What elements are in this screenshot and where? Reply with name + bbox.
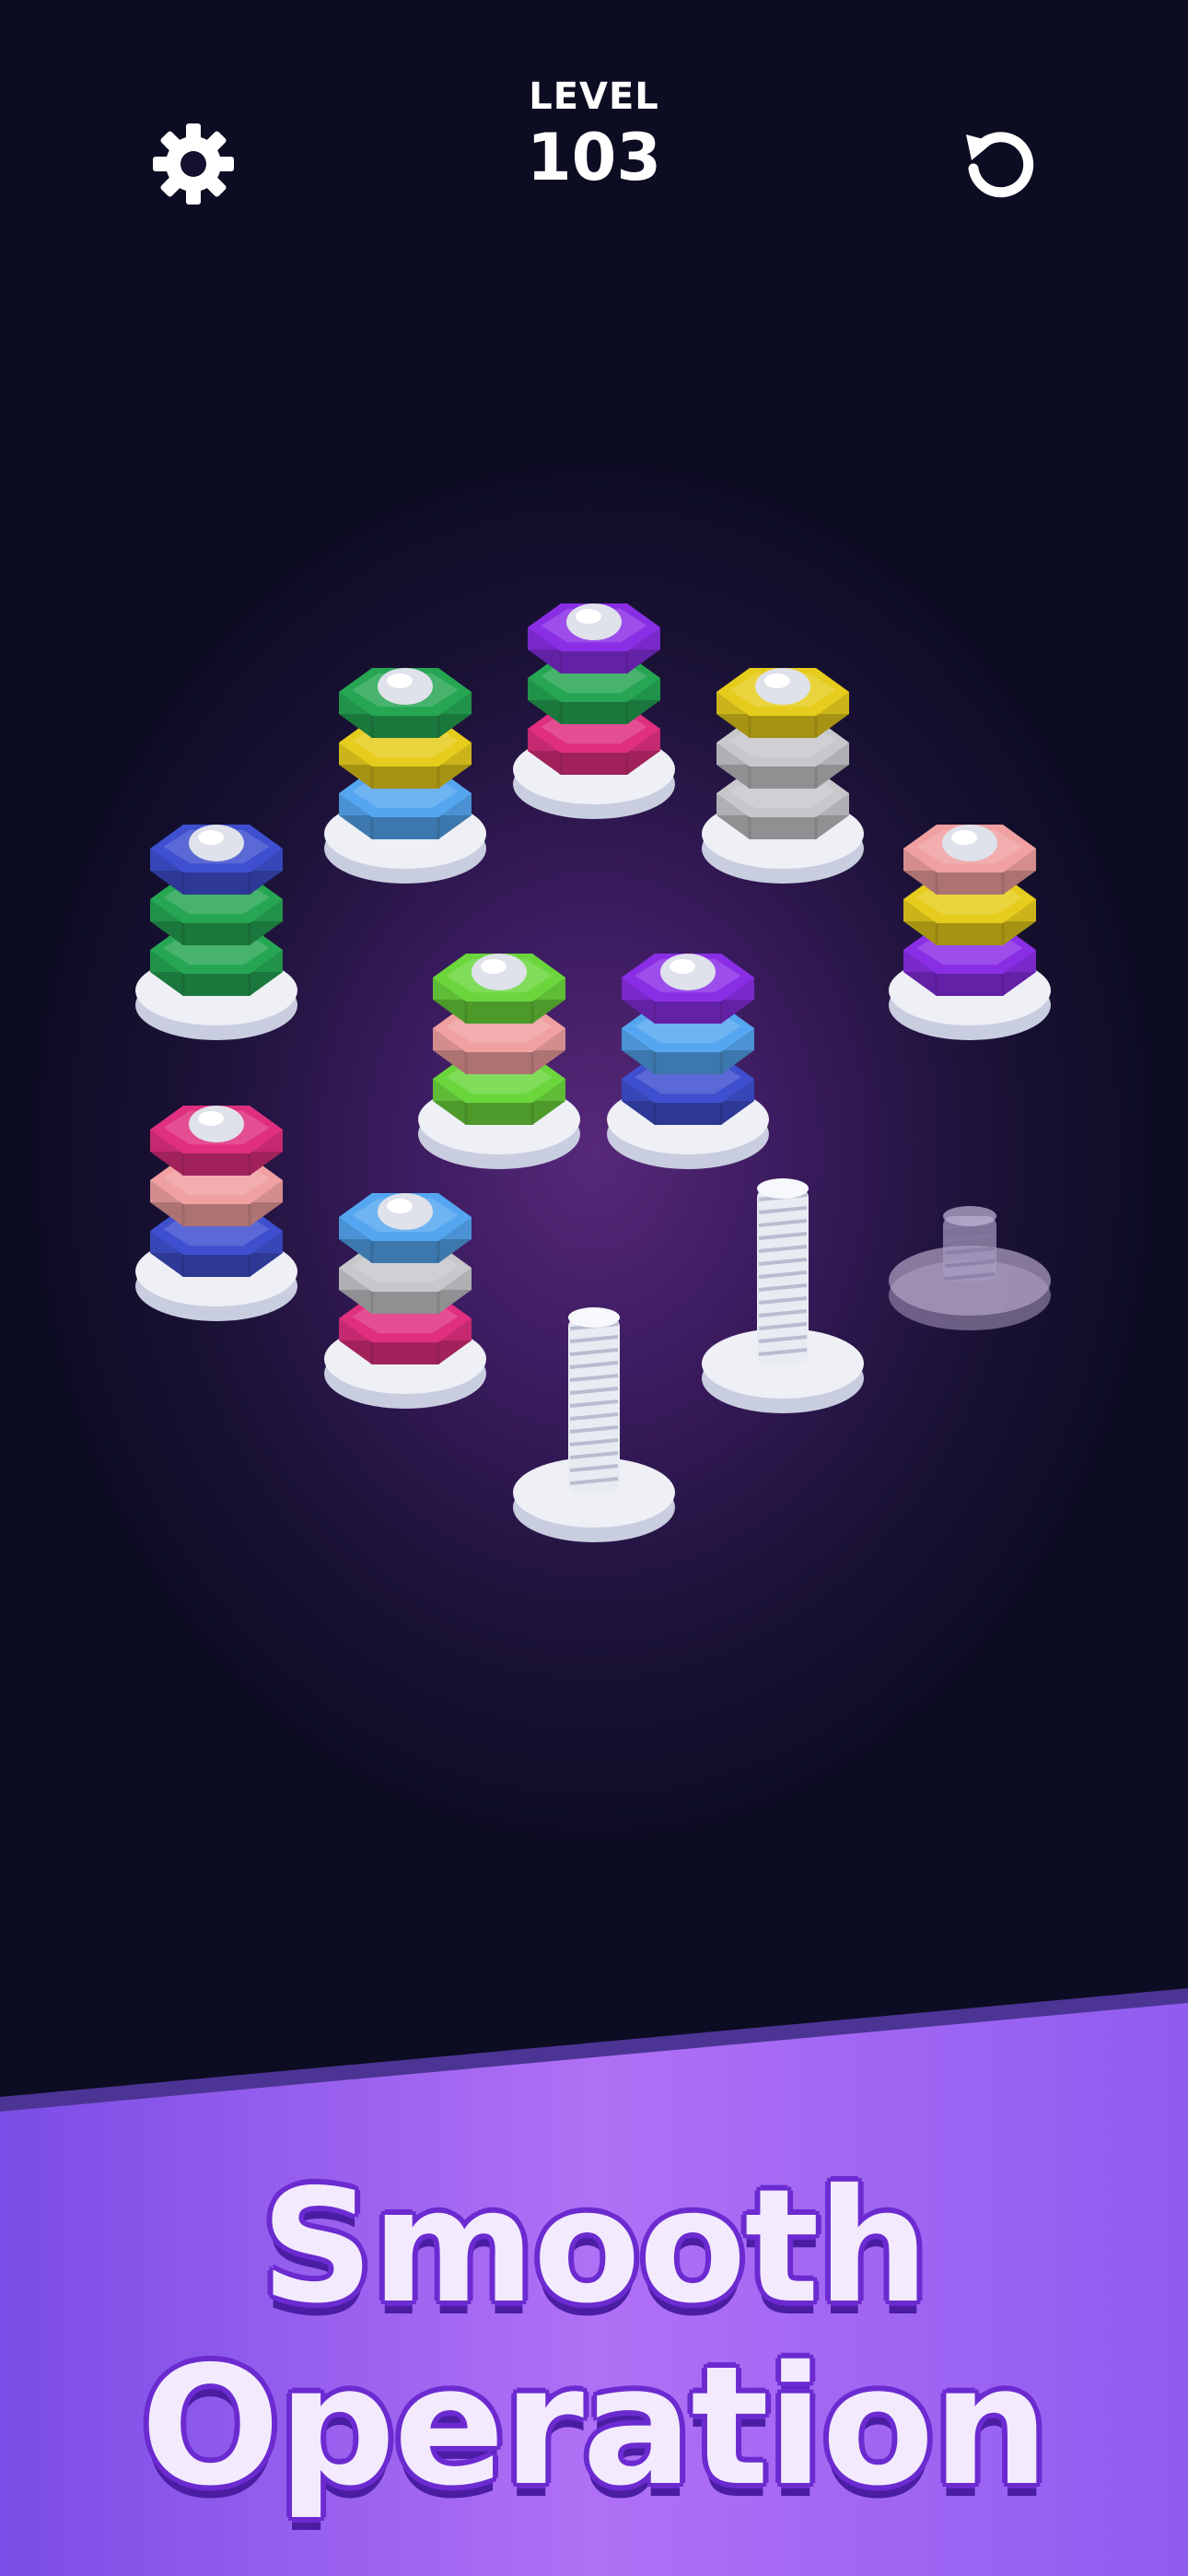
bolt-cap-highlight <box>764 673 790 688</box>
game-board[interactable] <box>0 0 1188 2027</box>
peg-10[interactable] <box>702 1178 864 1413</box>
peg-6[interactable] <box>418 954 580 1169</box>
peg-1[interactable] <box>513 603 675 819</box>
peg-5[interactable] <box>889 825 1051 1040</box>
peg-3[interactable] <box>702 668 864 884</box>
bolt-cap-highlight <box>481 959 507 974</box>
bolt-cap-highlight <box>670 959 695 974</box>
bolt-tip <box>757 1178 809 1199</box>
bolt-tip <box>568 1307 620 1328</box>
peg-11[interactable] <box>513 1307 675 1542</box>
bolt-cap-highlight <box>387 673 413 688</box>
peg-4[interactable] <box>135 825 297 1040</box>
peg-8[interactable] <box>135 1106 297 1321</box>
bolt-cap-highlight <box>951 830 977 845</box>
bolt-cap-highlight <box>198 1111 224 1126</box>
bolt-cap-highlight <box>576 609 601 624</box>
peg-12[interactable] <box>889 1206 1051 1330</box>
bolt-cap-highlight <box>387 1199 413 1213</box>
bolt-tip <box>943 1206 996 1226</box>
headline-line-1: Smooth <box>261 2156 928 2338</box>
peg-9[interactable] <box>324 1193 486 1409</box>
bolt-cap-highlight <box>198 830 224 845</box>
peg-2[interactable] <box>324 668 486 884</box>
peg-7[interactable] <box>607 954 769 1169</box>
headline-line-2: Operation <box>140 2331 1049 2522</box>
